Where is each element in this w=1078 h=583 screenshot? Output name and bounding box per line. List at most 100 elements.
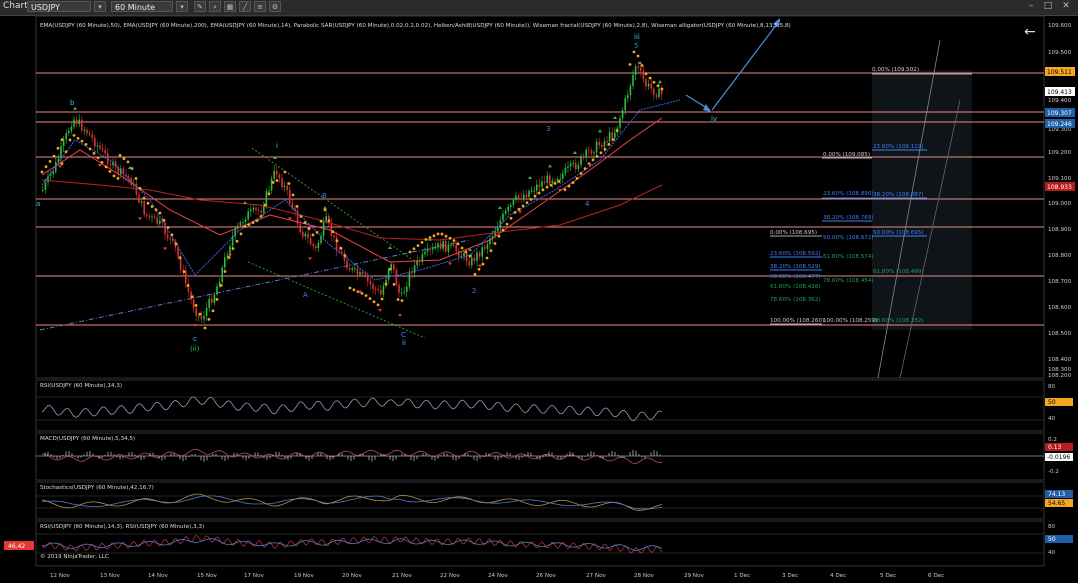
- rsi-panel-title: RSI(USDJPY (60 Minute),14,3): [40, 383, 122, 389]
- candle: [608, 132, 611, 142]
- price-tick: 108.500: [1048, 331, 1072, 337]
- sar-dot: [436, 232, 440, 236]
- candle: [658, 88, 660, 98]
- price-flag-label: 109.511: [1047, 69, 1072, 76]
- sar-dot: [211, 309, 215, 313]
- sar-dot: [56, 146, 60, 150]
- sar-dot: [142, 196, 146, 200]
- candle: [195, 308, 197, 316]
- wave-label: iii: [634, 33, 640, 41]
- rsi-panel[interactable]: [35, 379, 1045, 432]
- candle: [208, 298, 210, 308]
- indicator-flag-label: 54.65: [1048, 500, 1065, 507]
- sar-dot: [517, 207, 521, 211]
- fib-label: 23.60% (109.119): [873, 144, 924, 150]
- fib-label: 0.00% (109.502): [872, 67, 919, 73]
- sar-dot: [311, 233, 315, 237]
- candle: [213, 294, 216, 303]
- candle: [504, 211, 507, 214]
- candle: [424, 251, 426, 255]
- candle: [621, 110, 624, 119]
- candle: [156, 217, 158, 224]
- sar-dot: [64, 150, 68, 154]
- sar-dot: [40, 170, 44, 174]
- candle: [289, 189, 291, 204]
- candle: [257, 210, 260, 212]
- candle: [510, 205, 512, 207]
- sar-dot: [396, 298, 400, 301]
- candle: [252, 207, 255, 210]
- wave-label: B: [322, 192, 327, 200]
- candle: [361, 272, 364, 275]
- fib-label: 100.00% (108.259): [823, 318, 877, 324]
- sar-dot: [481, 262, 485, 266]
- chart-canvas[interactable]: EMA(USDJPY (60 Minute),50), EMA(USDJPY (…: [0, 0, 1078, 583]
- candle: [499, 220, 502, 228]
- sar-dot: [275, 179, 279, 182]
- candle: [567, 166, 569, 168]
- sar-dot: [485, 256, 489, 260]
- sar-dot: [448, 236, 452, 240]
- candle: [533, 190, 535, 192]
- candle: [473, 257, 476, 261]
- sar-dot: [108, 170, 112, 173]
- candle: [478, 252, 481, 257]
- candle: [276, 170, 278, 175]
- candle: [177, 247, 179, 257]
- sar-dot: [88, 147, 92, 151]
- sar-dot: [223, 270, 227, 273]
- candle: [109, 164, 112, 166]
- sar-dot: [468, 254, 472, 258]
- macd-panel-title: MACD(USDJPY (60 Minute),5,34,5): [40, 436, 135, 442]
- sar-dot: [283, 170, 287, 174]
- candle: [601, 145, 603, 147]
- sar-dot: [198, 312, 202, 316]
- candle: [426, 248, 429, 252]
- candle: [406, 286, 408, 292]
- sar-dot: [392, 283, 396, 286]
- sar-dot: [537, 191, 541, 195]
- sar-dot: [583, 167, 587, 171]
- sar-dot: [549, 183, 553, 187]
- sar-dot: [603, 147, 607, 151]
- sar-dot: [170, 233, 174, 237]
- candle: [611, 132, 613, 138]
- candle: [356, 268, 359, 275]
- sar-dot: [295, 205, 299, 208]
- copyright: © 2019 NinjaTrader, LLC: [40, 553, 109, 560]
- x-tick: 6 Dec: [928, 573, 944, 579]
- candle: [647, 83, 650, 87]
- sar-dot: [493, 242, 497, 245]
- sar-dot: [118, 153, 122, 157]
- candle: [203, 316, 205, 320]
- sar-dot: [134, 177, 138, 180]
- fib-label: 23.60% (108.890): [823, 191, 874, 197]
- candle: [585, 149, 587, 157]
- candle: [627, 95, 629, 99]
- candle: [359, 272, 361, 275]
- candle: [99, 145, 101, 149]
- back-arrow-icon[interactable]: ←: [1024, 24, 1036, 40]
- candle: [114, 161, 117, 167]
- candle: [437, 243, 439, 248]
- candle: [546, 175, 548, 183]
- candle: [304, 233, 307, 237]
- candle: [73, 119, 75, 127]
- sar-dot: [611, 138, 615, 141]
- candle: [403, 291, 405, 293]
- candle: [484, 247, 486, 249]
- sar-dot: [92, 151, 96, 155]
- candle: [229, 245, 231, 256]
- sar-dot: [263, 203, 267, 207]
- sar-dot: [299, 215, 303, 218]
- price-tick: 108.700: [1048, 279, 1072, 285]
- candle: [255, 207, 257, 211]
- candle: [538, 184, 541, 187]
- indicator-flag-label: 74.13: [1048, 491, 1065, 498]
- x-tick: 1 Dec: [734, 573, 750, 579]
- fib-label: 78.60% (108.282): [873, 318, 924, 324]
- candle: [393, 264, 395, 270]
- x-tick: 5 Dec: [880, 573, 896, 579]
- candle: [541, 181, 543, 187]
- sar-dot: [52, 154, 56, 158]
